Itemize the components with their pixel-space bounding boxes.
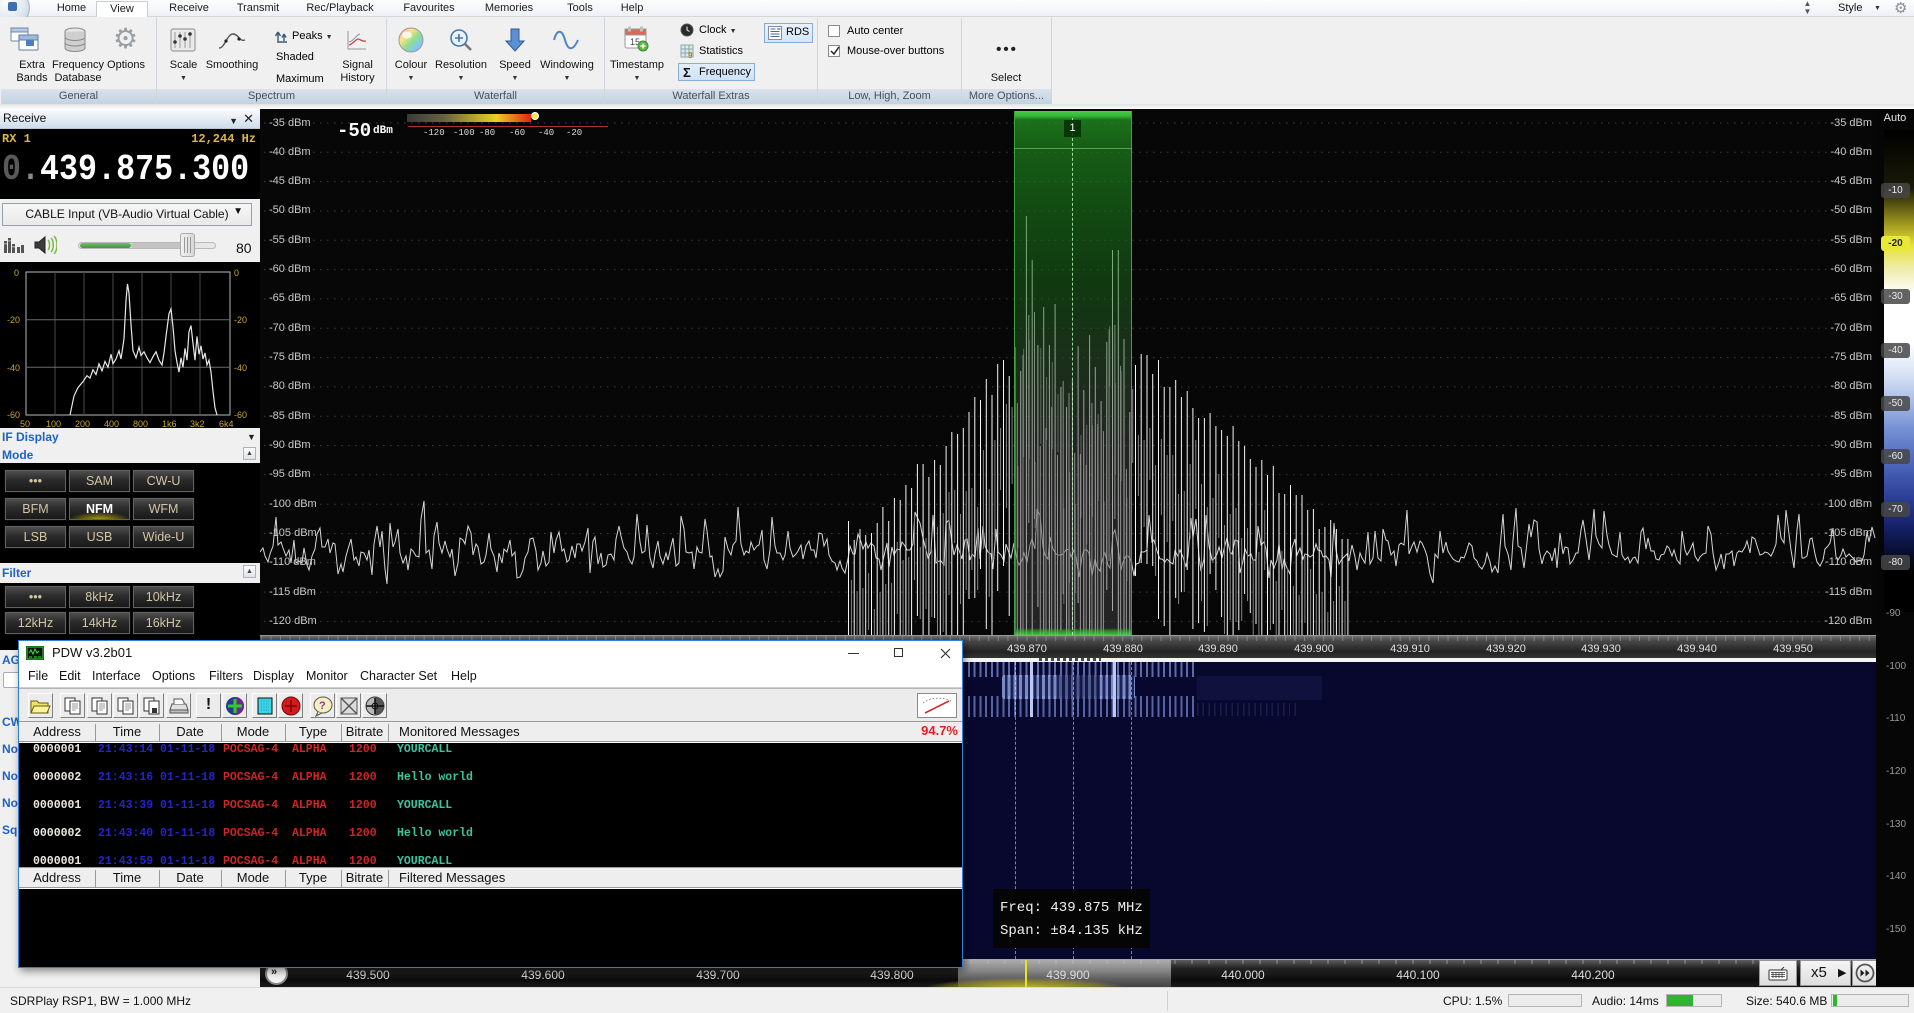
svg-text:400: 400 <box>104 419 119 428</box>
svg-text:6k4: 6k4 <box>219 419 234 428</box>
svg-text:0: 0 <box>234 268 239 278</box>
svg-text:800: 800 <box>133 419 148 428</box>
svg-text:-40: -40 <box>7 363 20 373</box>
svg-text:1k6: 1k6 <box>162 419 177 428</box>
svg-text:100: 100 <box>46 419 61 428</box>
svg-text:200: 200 <box>75 419 90 428</box>
svg-text:-60: -60 <box>7 410 20 420</box>
svg-text:50: 50 <box>20 419 30 428</box>
svg-text:0: 0 <box>14 268 19 278</box>
svg-text:?: ? <box>319 700 326 712</box>
svg-text:3k2: 3k2 <box>190 419 205 428</box>
svg-text:-20: -20 <box>7 315 20 325</box>
svg-text:9: 9 <box>688 51 693 59</box>
svg-text:-60: -60 <box>234 410 247 420</box>
svg-text:-20: -20 <box>234 315 247 325</box>
svg-text:-40: -40 <box>234 363 247 373</box>
